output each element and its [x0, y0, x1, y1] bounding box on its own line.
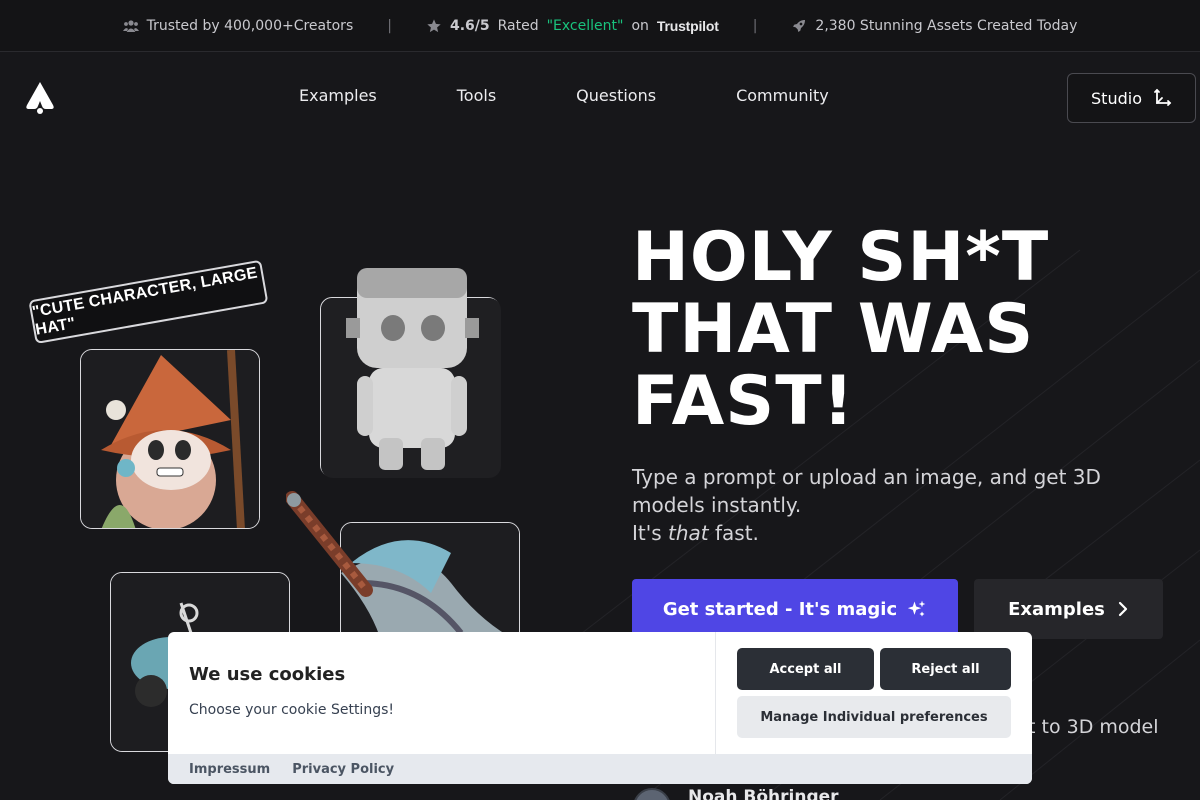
cookie-description: Choose your cookie Settings! — [189, 702, 394, 718]
hero-subtitle: Type a prompt or upload an image, and ge… — [632, 463, 1152, 547]
get-started-button[interactable]: Get started - It's magic — [632, 579, 958, 639]
showcase-card-wizard[interactable] — [80, 349, 260, 529]
separator: | — [752, 17, 758, 34]
chevron-right-icon — [1118, 601, 1127, 617]
rating-on: on — [631, 17, 649, 34]
trust-bar: Trusted by 400,000+Creators | 4.6/5 Rate… — [0, 0, 1200, 52]
nav-link-questions[interactable]: Questions — [536, 86, 696, 105]
impressum-link[interactable]: Impressum — [189, 762, 270, 777]
rating-stat: 4.6/5 Rated "Excellent" on Trustpilot — [426, 18, 719, 34]
star-icon — [427, 18, 441, 32]
hero-title-line: HOLY SH*T — [632, 218, 1050, 297]
sword-handle-image — [286, 491, 373, 597]
brand-logo[interactable] — [24, 80, 56, 116]
separator: | — [387, 17, 392, 34]
testimonial-name: Noah Böhringer — [688, 787, 839, 800]
nav-link-community[interactable]: Community — [696, 86, 869, 105]
cookie-info: We use cookies Choose your cookie Settin… — [168, 632, 716, 754]
hero-title: HOLY SH*T THAT WAS FAST! — [632, 222, 1172, 438]
showcase-card-frankenstein[interactable] — [320, 268, 501, 478]
accept-all-button[interactable]: Accept all — [737, 648, 874, 690]
users-icon — [122, 19, 139, 32]
examples-label: Examples — [1008, 598, 1105, 620]
rating-rated: Rated — [497, 17, 539, 34]
nav-link-tools[interactable]: Tools — [417, 86, 536, 105]
hero-title-line: THAT WAS — [632, 290, 1035, 369]
hero-subtitle-suffix: fast. — [708, 521, 759, 545]
rocket-icon — [793, 19, 806, 32]
rating-score: 4.6/5 — [449, 17, 490, 34]
rating-excellent: "Excellent" — [546, 17, 624, 34]
privacy-policy-link[interactable]: Privacy Policy — [292, 762, 394, 777]
hero-title-line: FAST! — [632, 362, 855, 441]
frankenstein-model-image — [321, 268, 501, 478]
main-nav: Examples Tools Questions Community Studi… — [0, 52, 1200, 142]
trustpilot-logo[interactable]: Trustpilot — [657, 18, 719, 34]
axis-icon — [1154, 88, 1172, 106]
assets-stat: 2,380 Stunning Assets Created Today — [791, 18, 1077, 34]
prompt-tag: "CUTE CHARACTER, LARGE HAT" — [28, 259, 269, 344]
cookie-footer: Impressum Privacy Policy — [168, 754, 1032, 784]
wizard-model-image — [81, 350, 259, 528]
manage-preferences-button[interactable]: Manage Individual preferences — [737, 696, 1011, 738]
sparkles-icon — [907, 600, 926, 617]
feature-text-partial: t to 3D model — [1028, 716, 1159, 738]
studio-button[interactable]: Studio — [1067, 73, 1196, 123]
hero-subtitle-line1: Type a prompt or upload an image, and ge… — [632, 465, 1101, 517]
nav-links: Examples Tools Questions Community — [259, 86, 869, 105]
hero-subtitle-prefix: It's — [632, 521, 669, 545]
cookie-title: We use cookies — [189, 664, 346, 685]
studio-label: Studio — [1091, 88, 1142, 108]
hero-subtitle-emphasis: that — [668, 521, 709, 545]
cookie-banner: We use cookies Choose your cookie Settin… — [168, 632, 1032, 784]
nav-link-examples[interactable]: Examples — [259, 86, 417, 105]
examples-button[interactable]: Examples — [974, 579, 1163, 639]
creators-text: Trusted by 400,000+Creators — [146, 17, 354, 34]
reject-all-button[interactable]: Reject all — [880, 648, 1011, 690]
assets-text: 2,380 Stunning Assets Created Today — [815, 17, 1078, 34]
get-started-label: Get started - It's magic — [662, 598, 898, 620]
hero-subtitle-line2: It's that fast. — [632, 519, 1152, 547]
creators-stat: Trusted by 400,000+Creators — [122, 17, 354, 34]
